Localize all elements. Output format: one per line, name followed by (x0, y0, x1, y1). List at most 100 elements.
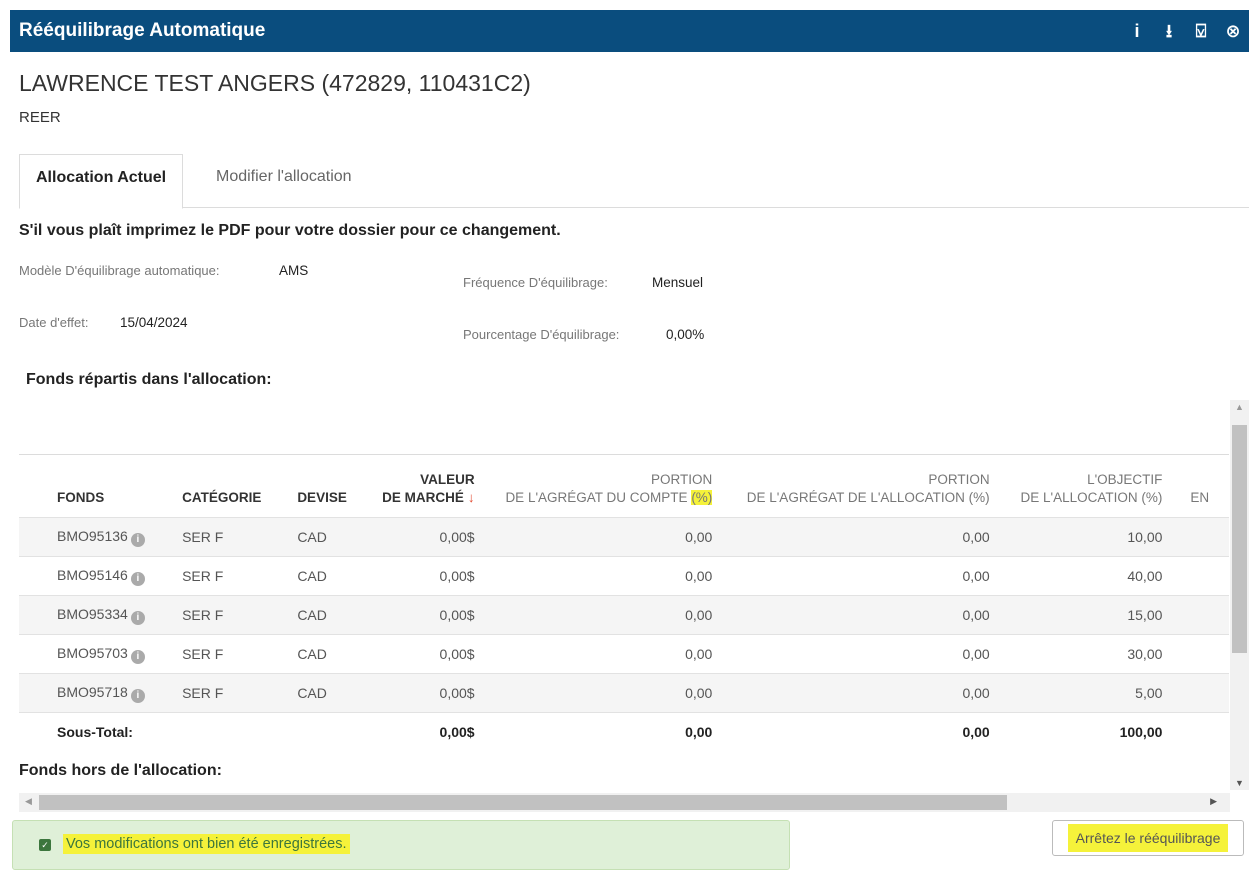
window-title: Rééquilibrage Automatique (19, 20, 266, 41)
portion-allocation-cell: 0,00 (726, 634, 1004, 674)
horizontal-scroll-thumb[interactable] (39, 795, 1007, 810)
download-icon[interactable]: ⭳ (1153, 18, 1185, 44)
fund-code: BMO95718 (57, 683, 128, 700)
fund-code-cell: BMO95146 i (19, 556, 169, 596)
col-valeur-top: VALEUR (420, 472, 475, 487)
out-allocation-title: Fonds hors de l'allocation: (19, 762, 222, 779)
subtotal-portion-allocation: 0,00 (726, 712, 1004, 749)
target-allocation-cell: 30,00 (1003, 634, 1177, 674)
date-value: 15/04/2024 (120, 315, 188, 330)
subtotal-target-allocation: 100,00 (1003, 712, 1177, 749)
col-devise[interactable]: DEVISE (283, 455, 361, 518)
currency-cell: CAD (283, 673, 362, 713)
portion-account-cell: 0,00 (488, 595, 727, 635)
window-titlebar: Rééquilibrage Automatique i ⭳ ⍌ ⊗ (10, 10, 1249, 52)
currency-cell: CAD (283, 556, 362, 596)
model-value: AMS (279, 263, 309, 278)
tab-bar: Allocation Actuel Modifier l'allocation (19, 154, 1249, 209)
stop-rebalancing-label: Arrêtez le rééquilibrage (1067, 824, 1229, 852)
in-allocation-title: Fonds répartis dans l'allocation: (26, 371, 272, 388)
col-portion-compte-bottom: DE L'AGRÉGAT DU COMPTE (505, 490, 688, 505)
table-header-row: FONDS CATÉGORIE DEVISE VALEUR DE MARCHÉ ↓… (19, 455, 1229, 518)
col-portion-alloc-top: PORTION (928, 472, 990, 487)
subtotal-label: Sous-Total: (19, 712, 169, 749)
fund-code-cell: BMO95334 i (19, 595, 169, 635)
currency-cell: CAD (283, 595, 362, 635)
col-portion-compte-top: PORTION (651, 472, 713, 487)
stop-rebalancing-button[interactable]: Arrêtez le rééquilibrage (1052, 820, 1244, 856)
fund-code-cell: BMO95136 i (19, 517, 169, 557)
tab-allocation-actuel[interactable]: Allocation Actuel (19, 154, 184, 209)
target-allocation-cell: 5,00 (1003, 673, 1177, 713)
currency-cell: CAD (283, 517, 362, 557)
target-allocation-cell: 15,00 (1003, 595, 1177, 635)
table-row: BMO95334 i SER F CAD 0,00$ 0,00 0,00 15,0… (19, 595, 1229, 635)
frequency-value: Mensuel (652, 275, 704, 290)
table-row: BMO95718 i SER F CAD 0,00$ 0,00 0,00 5,00 (19, 673, 1229, 713)
close-icon[interactable]: ⊗ (1217, 18, 1249, 44)
info-icon[interactable]: i (130, 571, 145, 586)
target-allocation-cell: 10,00 (1003, 517, 1177, 557)
portion-allocation-cell: 0,00 (726, 517, 1004, 557)
col-categorie[interactable]: CATÉGORIE (168, 455, 283, 518)
info-icon[interactable]: i (130, 610, 145, 625)
model-label: Modèle D'équilibrage automatique: (19, 263, 220, 278)
market-value-cell: 0,00$ (361, 634, 489, 674)
col-valeur-marche[interactable]: VALEUR DE MARCHÉ ↓ (361, 455, 488, 518)
col-fonds[interactable]: FONDS (19, 455, 168, 518)
table-row: BMO95136 i SER F CAD 0,00$ 0,00 0,00 10,0… (19, 517, 1229, 557)
category-cell: SER F (168, 634, 284, 674)
percent-value: 0,00% (666, 327, 705, 342)
col-portion-allocation[interactable]: PORTION DE L'AGRÉGAT DE L'ALLOCATION (%) (726, 455, 1003, 518)
vertical-scrollbar[interactable]: ▲ ▼ (1230, 400, 1249, 790)
cut-off-cell (1176, 595, 1229, 635)
date-label: Date d'effet: (19, 315, 89, 330)
fund-code: BMO95146 (57, 566, 128, 583)
cut-off-cell (1176, 634, 1229, 674)
pdf-notice: S'il vous plaît imprimez le PDF pour vot… (19, 222, 561, 239)
col-cut-off: EN (1190, 490, 1210, 505)
col-objectif-top: L'OBJECTIF (1087, 472, 1163, 487)
category-cell: SER F (168, 556, 284, 596)
vertical-scroll-thumb[interactable] (1232, 425, 1247, 653)
col-objectif-allocation[interactable]: L'OBJECTIF DE L'ALLOCATION (%) (1004, 455, 1177, 518)
fund-code: BMO95136 (57, 527, 128, 544)
header-icons: i ⭳ ⍌ ⊗ (1121, 18, 1249, 44)
horizontal-scrollbar[interactable]: ◀ ▶ (19, 793, 1230, 812)
col-portion-compte[interactable]: PORTION DE L'AGRÉGAT DU COMPTE (%) (489, 455, 727, 518)
portion-account-cell: 0,00 (488, 517, 727, 557)
fund-code-cell: BMO95703 i (19, 634, 169, 674)
scroll-right-icon[interactable]: ▶ (1210, 796, 1217, 807)
checkbox-check-icon: ✓ (39, 839, 51, 851)
scroll-left-icon[interactable]: ◀ (25, 796, 32, 807)
col-portion-alloc-bottom: DE L'AGRÉGAT DE L'ALLOCATION (%) (746, 490, 990, 505)
col-objectif-bottom: DE L'ALLOCATION (%) (1020, 490, 1163, 505)
cut-off-cell (1176, 712, 1229, 749)
fund-code: BMO95334 (57, 605, 128, 622)
subtotal-empty-cell (168, 712, 284, 749)
tab-modifier-allocation[interactable]: Modifier l'allocation (200, 154, 368, 207)
portion-account-cell: 0,00 (488, 634, 727, 674)
fund-code-cell: BMO95718 i (19, 673, 169, 713)
info-icon[interactable]: i (1121, 18, 1153, 44)
cut-off-cell (1176, 673, 1229, 713)
subtotal-row: Sous-Total: 0,00$ 0,00 0,00 100,00 (19, 712, 1229, 749)
info-icon[interactable]: i (130, 649, 145, 664)
market-value-cell: 0,00$ (361, 517, 489, 557)
scroll-down-icon[interactable]: ▼ (1235, 778, 1244, 788)
market-value-cell: 0,00$ (361, 556, 489, 596)
scroll-up-icon[interactable]: ▲ (1235, 402, 1244, 412)
col-valeur-bottom: DE MARCHÉ (382, 490, 464, 505)
sort-desc-icon: ↓ (467, 490, 475, 505)
cut-off-cell (1176, 556, 1229, 596)
account-type: REER (19, 109, 61, 126)
info-icon[interactable]: i (130, 688, 145, 703)
info-icon[interactable]: i (130, 532, 145, 547)
subtotal-portion-account: 0,00 (488, 712, 727, 749)
category-cell: SER F (168, 517, 284, 557)
pdf-icon[interactable]: ⍌ (1185, 18, 1217, 44)
percent-label: Pourcentage D'équilibrage: (463, 327, 620, 342)
fund-code: BMO95703 (57, 644, 128, 661)
portion-allocation-cell: 0,00 (726, 673, 1004, 713)
market-value-cell: 0,00$ (361, 595, 489, 635)
